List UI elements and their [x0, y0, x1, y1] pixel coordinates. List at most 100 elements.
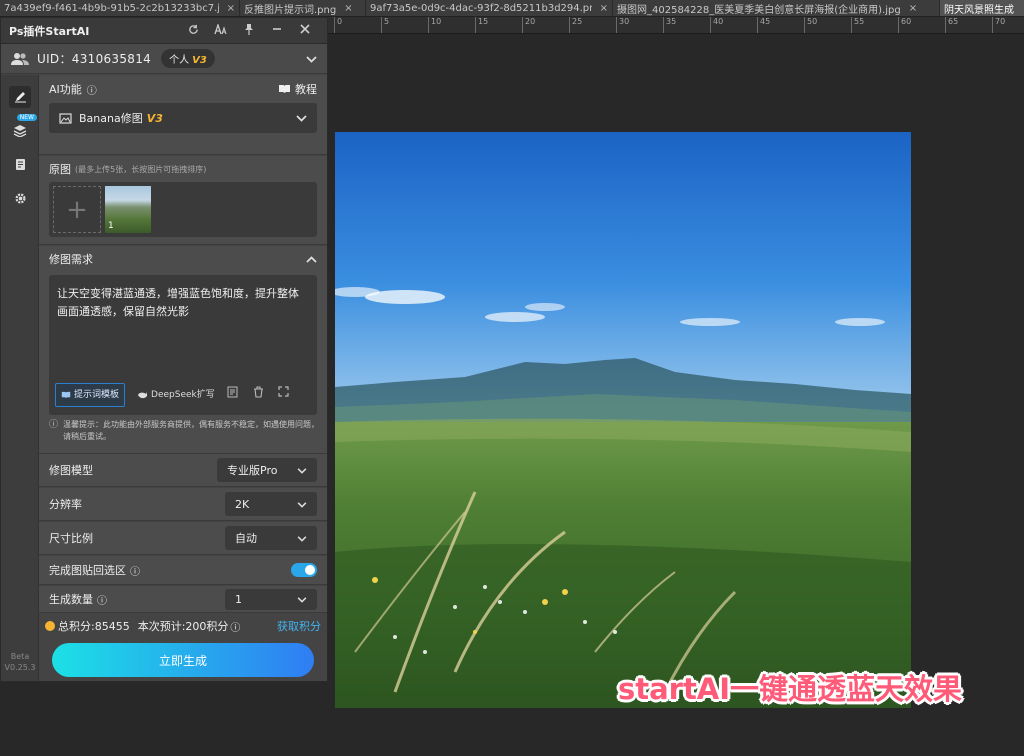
paste-back-row: 完成图贴回选区 ⓘ: [39, 556, 327, 585]
chevron-down-icon[interactable]: [306, 52, 317, 66]
deepseek-button-label: DeepSeek扩写: [151, 390, 215, 400]
landscape-photo: [335, 132, 911, 708]
resolution-value: 2K: [235, 497, 250, 511]
canvas-image[interactable]: [335, 132, 911, 708]
source-image-thumbnail[interactable]: 1: [105, 186, 151, 233]
gear-icon[interactable]: [1, 181, 39, 215]
resolution-select[interactable]: 2K: [225, 492, 317, 516]
close-icon[interactable]: ×: [600, 3, 608, 14]
close-icon[interactable]: ×: [227, 3, 235, 14]
ratio-select[interactable]: 自动: [225, 526, 317, 550]
pin-icon[interactable]: [235, 23, 263, 38]
credits-row: 总积分:85455 本次预计:200积分 ⓘ 获取积分: [39, 611, 327, 641]
panel-title: Ps插件StartAI: [9, 24, 90, 38]
ruler-tick: 50: [804, 17, 817, 33]
account-row[interactable]: UID：4310635814 个人 V3: [1, 44, 327, 74]
book-icon: [61, 391, 71, 399]
layers-icon[interactable]: NEW: [1, 113, 39, 147]
tab-label: 9af73a5e-0d9c-4dac-93f2-8d5211b3d294.png: [370, 3, 592, 14]
close-icon[interactable]: [291, 24, 319, 37]
overlay-caption: startAI一键通透蓝天效果: [617, 672, 963, 706]
ruler-tick: 40: [710, 17, 723, 33]
info-icon[interactable]: ⓘ: [130, 563, 140, 578]
estimated-credits: 本次预计:200积分: [137, 620, 229, 633]
tab-label: 反推图片提示词.png: [244, 5, 337, 16]
history-icon[interactable]: [227, 386, 239, 405]
count-select[interactable]: 1: [225, 588, 317, 610]
prompt-toolbar: 提示词模板 DeepSeek扩写: [55, 383, 311, 407]
ai-function-label: AI功能: [49, 83, 82, 96]
template-button[interactable]: 提示词模板: [55, 383, 126, 407]
document-tab-active[interactable]: 阴天风景照生成: [940, 0, 1024, 16]
image-icon: [59, 112, 72, 124]
tab-label: 7a439ef9-f461-4b9b-91b5-2c2b13233bc7.jpg: [4, 3, 219, 14]
tier-version: V3: [192, 55, 207, 66]
prompt-textarea[interactable]: 让天空变得湛蓝通透，增强蓝色饱和度，提升整体画面通透感，保留自然光影 提示词模板…: [49, 275, 317, 415]
document-tab[interactable]: 摄图网_402584228_医美夏季美白创意长屏海报(企业商用).jpg ×: [613, 0, 940, 16]
info-icon[interactable]: ⓘ: [97, 592, 107, 607]
source-images-section: 原图 (最多上传5张，长按图片可拖拽排序) + 1: [39, 156, 327, 245]
ruler-tick: 45: [757, 17, 770, 33]
ruler-tick: 25: [569, 17, 582, 33]
resolution-row: 分辨率 2K: [39, 488, 327, 521]
close-icon[interactable]: ×: [344, 3, 352, 14]
beta-text: Beta: [10, 652, 30, 661]
paste-back-toggle[interactable]: [291, 563, 317, 577]
tier-badge: 个人 V3: [161, 49, 215, 68]
ruler-tick: 15: [475, 17, 488, 33]
model-row: 修图模型 专业版Pro: [39, 454, 327, 487]
paste-back-label: 完成图贴回选区: [49, 564, 126, 577]
notice: ⓘ 温馨提示：此功能由外部服务商提供，偶有服务不稳定，如遇使用问题，请稍后重试。: [49, 419, 321, 443]
horizontal-ruler: 051015202530354045505560657075: [328, 17, 1024, 34]
total-credits: 总积分:85455: [58, 620, 130, 633]
ruler-tick: 65: [945, 17, 958, 33]
whale-icon: [138, 392, 148, 399]
document-tab[interactable]: 7a439ef9-f461-4b9b-91b5-2c2b13233bc7.jpg…: [0, 0, 240, 16]
count-row: 生成数量 ⓘ 1: [39, 586, 327, 613]
trash-icon[interactable]: [253, 385, 264, 405]
edit-tool-icon[interactable]: [1, 79, 39, 113]
chevron-down-icon: [297, 464, 307, 477]
users-icon: [11, 52, 29, 65]
document-tab[interactable]: 9af73a5e-0d9c-4dac-93f2-8d5211b3d294.png…: [366, 0, 613, 16]
tab-label: 摄图网_402584228_医美夏季美白创意长屏海报(企业商用).jpg: [617, 5, 901, 16]
source-images-area: + 1: [49, 182, 317, 237]
minimize-icon[interactable]: [263, 24, 291, 37]
version-text: V0.25.3: [4, 663, 36, 672]
model-select[interactable]: 专业版Pro: [217, 458, 317, 482]
info-icon: ⓘ: [49, 420, 59, 430]
get-credits-link[interactable]: 获取积分: [277, 618, 321, 634]
coin-icon: [45, 621, 55, 631]
generate-button[interactable]: 立即生成: [52, 643, 314, 677]
ratio-row: 尺寸比例 自动: [39, 522, 327, 555]
tutorial-label: 教程: [295, 83, 317, 96]
startai-plugin-panel: Ps插件StartAI UID：4310635814 个人 V3 NEW Bet…: [0, 17, 328, 682]
notice-text: 温馨提示：此功能由外部服务商提供，偶有服务不稳定，如遇使用问题，请稍后重试。: [63, 420, 320, 441]
tutorial-link[interactable]: 教程: [278, 81, 317, 97]
ai-function-select[interactable]: Banana修图 V3: [49, 103, 317, 133]
refresh-icon[interactable]: [179, 24, 207, 38]
ruler-tick: 10: [428, 17, 441, 33]
expand-icon[interactable]: [278, 386, 289, 404]
document-tab[interactable]: 反推图片提示词.png ×: [240, 0, 366, 16]
source-images-hint: (最多上传5张，长按图片可拖拽排序): [75, 164, 207, 174]
document-icon[interactable]: [1, 147, 39, 181]
model-label: 修图模型: [49, 464, 93, 477]
font-size-icon[interactable]: [207, 22, 235, 38]
uid-text: UID：4310635814: [37, 52, 152, 66]
ruler-tick: 20: [522, 17, 535, 33]
info-icon[interactable]: ⓘ: [230, 619, 240, 634]
ratio-value: 自动: [235, 532, 257, 545]
chevron-up-icon[interactable]: [306, 253, 317, 266]
model-value: 专业版Pro: [227, 464, 278, 477]
template-button-label: 提示词模板: [74, 390, 120, 400]
ai-function-section: AI功能 ⓘ 教程 Banana修图 V3: [39, 75, 327, 155]
chevron-down-icon: [297, 532, 307, 545]
close-icon[interactable]: ×: [909, 3, 917, 14]
deepseek-button[interactable]: DeepSeek扩写: [137, 386, 215, 404]
add-image-button[interactable]: +: [53, 186, 101, 233]
thumbnail-index: 1: [108, 221, 114, 231]
tier-label: 个人: [169, 55, 190, 66]
new-badge: NEW: [16, 114, 37, 121]
info-icon[interactable]: ⓘ: [87, 82, 97, 97]
